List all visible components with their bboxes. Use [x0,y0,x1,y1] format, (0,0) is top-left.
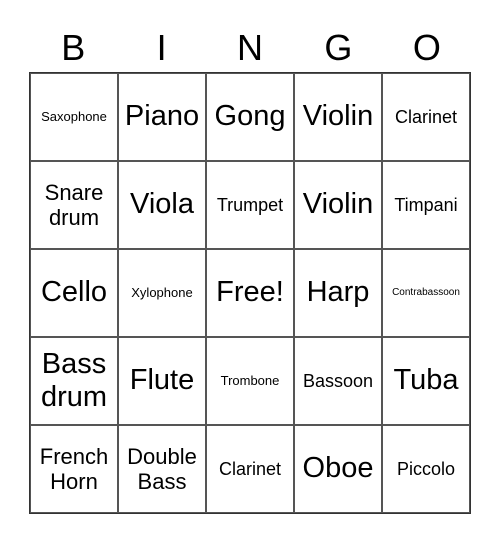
bingo-cell[interactable]: Piccolo [382,425,470,513]
bingo-cell[interactable]: Gong [206,73,294,161]
bingo-cell-label: Timpani [394,194,458,215]
bingo-cell[interactable]: Clarinet [382,73,470,161]
bingo-cell-label: Snare drum [44,179,104,230]
bingo-cell-label: Violin [302,188,374,221]
bingo-cell[interactable]: Saxophone [30,73,118,161]
bingo-cell[interactable]: Bassoon [294,337,382,425]
free-space-cell[interactable]: Free! [206,249,294,337]
bingo-cell-label: Clarinet [218,458,282,479]
bingo-cell[interactable]: Contrabassoon [382,249,470,337]
bingo-cell-label: French Horn [39,443,109,494]
bingo-cell[interactable]: Trumpet [206,161,294,249]
bingo-cell[interactable]: Piano [118,73,206,161]
bingo-cell-label: Clarinet [394,106,458,127]
header-letter-i: I [156,27,167,68]
bingo-cell-label: Bass drum [40,347,108,413]
bingo-cell-label: Piccolo [396,458,456,479]
bingo-cell[interactable]: French Horn [30,425,118,513]
bingo-cell-label: Bassoon [302,370,374,391]
bingo-cell[interactable]: Harp [294,249,382,337]
bingo-cell-label: Tuba [393,364,459,397]
bingo-cell[interactable]: Bass drum [30,337,118,425]
header-letter-g: G [324,27,353,68]
bingo-cell-label: Cello [40,276,108,309]
bingo-cell-label: Trumpet [216,194,284,215]
bingo-cell[interactable]: Tuba [382,337,470,425]
bingo-cell-label: Flute [129,364,195,397]
bingo-card-grid: Saxophone Piano Gong Violin Clarinet Snare dr… [29,72,471,514]
bingo-cell[interactable]: Flute [118,337,206,425]
header-letter-b: B [61,27,86,68]
bingo-cell[interactable]: Clarinet [206,425,294,513]
bingo-cell-label: Harp [306,276,370,309]
bingo-cell[interactable]: Xylophone [118,249,206,337]
bingo-cell[interactable]: Timpani [382,161,470,249]
header-letter-o: O [412,27,441,68]
bingo-cell[interactable]: Double Bass [118,425,206,513]
bingo-cell[interactable]: Viola [118,161,206,249]
bingo-cell-label: Viola [130,188,194,221]
bingo-cell-label: Trombone [220,372,280,388]
bingo-cell-label: Piano [124,100,200,133]
bingo-cell[interactable]: Violin [294,161,382,249]
bingo-cell-label: Xylophone [131,284,193,300]
bingo-cell-label: Contrabassoon [392,287,460,299]
bingo-header: B I N G O [29,24,471,72]
bingo-cell-label: Free! [216,276,284,309]
bingo-cell[interactable]: Snare drum [30,161,118,249]
bingo-cell-label: Oboe [302,452,374,485]
bingo-cell-label: Double Bass [127,443,197,494]
bingo-cell[interactable]: Oboe [294,425,382,513]
bingo-cell[interactable]: Cello [30,249,118,337]
header-letter-n: N [237,27,264,68]
bingo-cell[interactable]: Violin [294,73,382,161]
bingo-cell-label: Saxophone [41,108,107,124]
bingo-cell[interactable]: Trombone [206,337,294,425]
bingo-cell-label: Gong [214,100,286,133]
bingo-cell-label: Violin [302,100,374,133]
